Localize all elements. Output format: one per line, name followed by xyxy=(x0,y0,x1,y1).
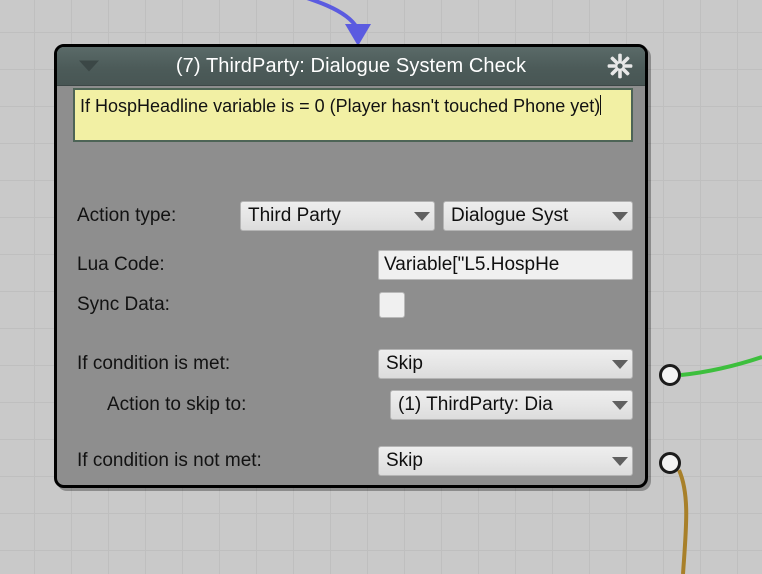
condition-met-label: If condition is met: xyxy=(77,353,231,374)
gear-icon[interactable] xyxy=(607,53,633,79)
chevron-down-icon xyxy=(612,400,628,410)
condition-not-met-dropdown[interactable]: Skip xyxy=(378,446,633,476)
text-caret xyxy=(600,95,602,115)
lua-code-value: Variable["L5.HospHe xyxy=(384,254,560,275)
triangle-down-icon[interactable] xyxy=(79,60,99,72)
condition-met-value: Skip xyxy=(386,353,423,374)
condition-not-met-value: Skip xyxy=(386,450,423,471)
note-field[interactable]: If HospHeadline variable is = 0 (Player … xyxy=(73,88,633,142)
chevron-down-icon xyxy=(612,211,628,221)
output-port-condition-not-met[interactable] xyxy=(659,452,681,474)
condition-met-wire xyxy=(680,355,762,377)
sync-data-checkbox[interactable] xyxy=(379,292,405,318)
incoming-wire-arrowhead xyxy=(345,24,371,46)
incoming-wire xyxy=(307,0,359,30)
condition-not-met-label: If condition is not met: xyxy=(77,450,262,471)
sync-data-label: Sync Data: xyxy=(77,294,170,315)
node-body: If HospHeadline variable is = 0 (Player … xyxy=(57,86,645,488)
lua-code-input[interactable]: Variable["L5.HospHe xyxy=(378,250,633,280)
note-text: If HospHeadline variable is = 0 (Player … xyxy=(80,96,601,116)
condition-met-skip-value: (1) ThirdParty: Dia xyxy=(398,394,553,415)
action-subtype-value: Dialogue Syst xyxy=(451,205,569,226)
node-graph-canvas[interactable]: (7) ThirdParty: Dialogue System Check If… xyxy=(0,0,762,574)
condition-met-skip-dropdown[interactable]: (1) ThirdParty: Dia xyxy=(390,390,633,420)
action-type-value: Third Party xyxy=(248,205,341,226)
node-title-bar[interactable]: (7) ThirdParty: Dialogue System Check xyxy=(57,47,645,86)
chevron-down-icon xyxy=(612,456,628,466)
condition-met-skip-label: Action to skip to: xyxy=(107,394,247,415)
action-type-dropdown[interactable]: Third Party xyxy=(240,201,435,231)
chevron-down-icon xyxy=(612,359,628,369)
output-port-condition-met[interactable] xyxy=(659,364,681,386)
condition-not-met-skip-dropdown[interactable]: (8) ThirdParty: Dia xyxy=(390,486,633,488)
node-title: (7) ThirdParty: Dialogue System Check xyxy=(175,54,527,77)
action-node[interactable]: (7) ThirdParty: Dialogue System Check If… xyxy=(54,44,648,488)
condition-not-met-wire xyxy=(677,469,689,574)
action-subtype-dropdown[interactable]: Dialogue Syst xyxy=(443,201,633,231)
action-type-label: Action type: xyxy=(77,205,177,226)
condition-met-dropdown[interactable]: Skip xyxy=(378,349,633,379)
lua-code-label: Lua Code: xyxy=(77,254,165,275)
chevron-down-icon xyxy=(414,211,430,221)
